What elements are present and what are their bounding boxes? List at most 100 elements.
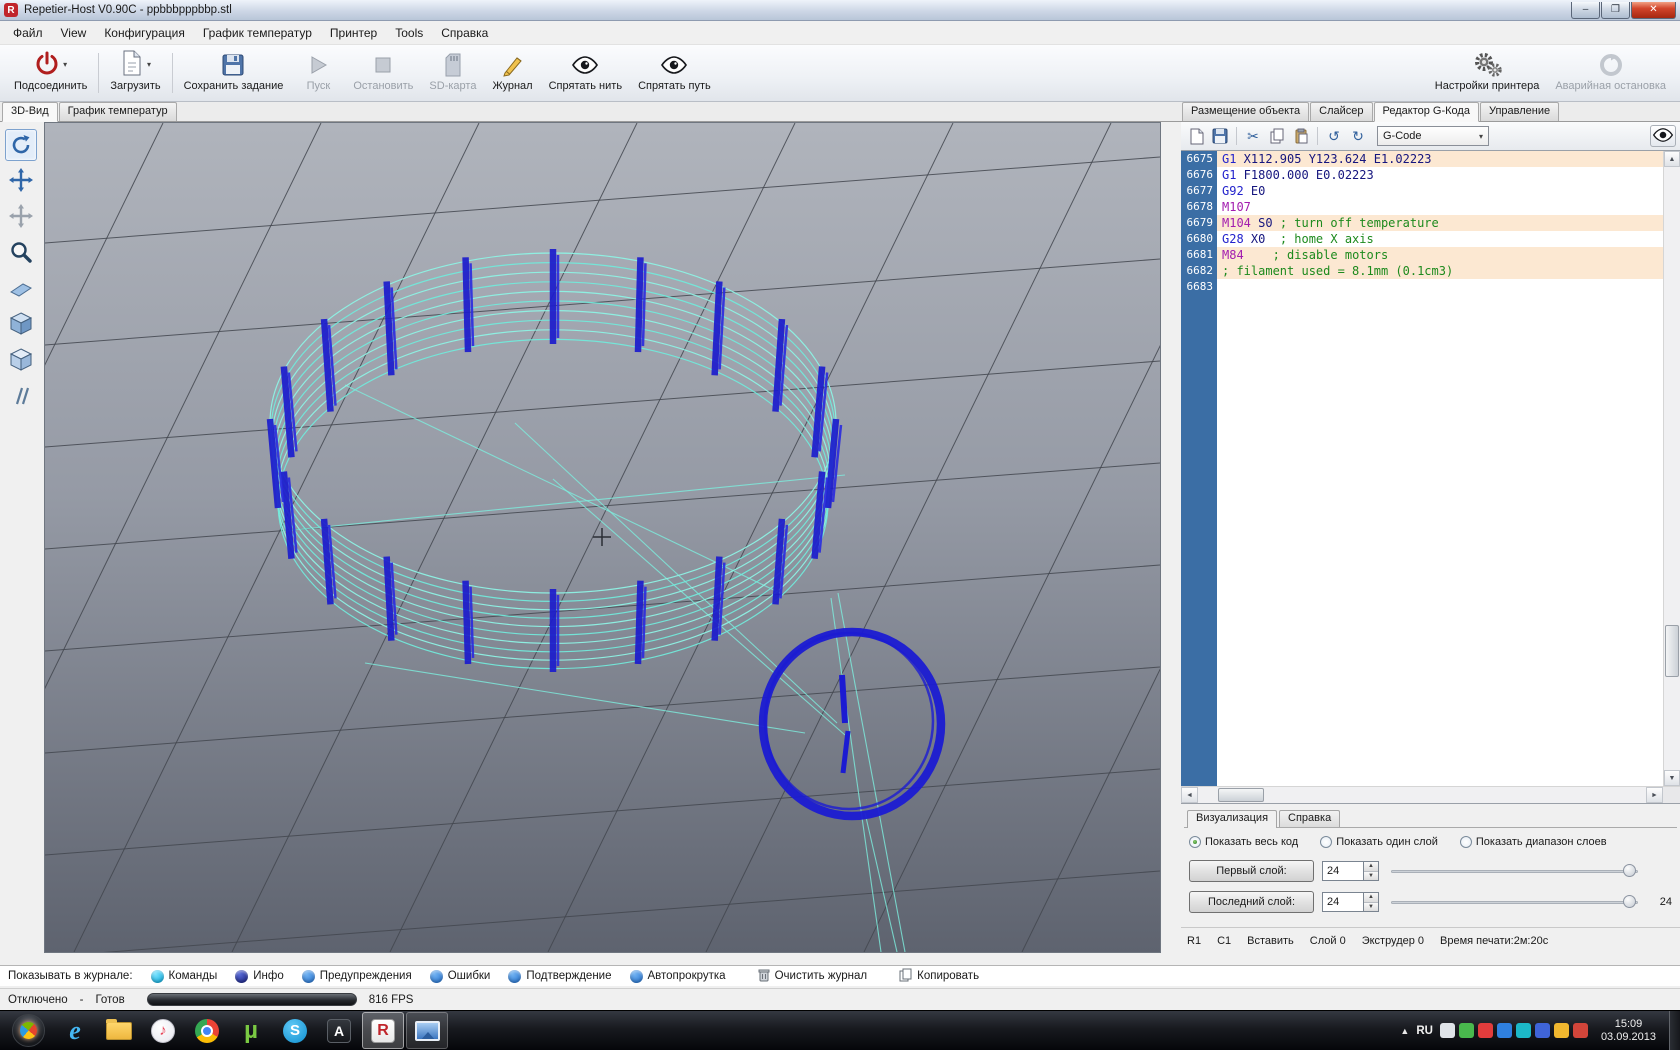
maximize-button[interactable]: ❐: [1601, 2, 1630, 19]
taskbar-app-skype[interactable]: S: [274, 1012, 316, 1049]
menu-item[interactable]: View: [52, 23, 96, 43]
spinner-down[interactable]: ▼: [1364, 902, 1378, 912]
gcode-text-area[interactable]: 6675 G1 X112.905 Y123.624 E1.02223 6676 …: [1181, 151, 1663, 786]
undo-button[interactable]: ↺: [1323, 125, 1345, 147]
taskbar-app-chrome[interactable]: [186, 1012, 228, 1049]
menu-item[interactable]: Принтер: [321, 23, 386, 43]
printer-settings-button[interactable]: Настройки принтера: [1427, 47, 1548, 99]
rotate-tool-button[interactable]: [5, 129, 37, 161]
section-tool-button[interactable]: [5, 381, 37, 413]
tray-icon[interactable]: [1516, 1023, 1531, 1038]
sd-card-button[interactable]: SD-карта: [421, 47, 484, 99]
start-button[interactable]: [12, 1014, 45, 1047]
gcode-type-dropdown[interactable]: G-Code▾: [1377, 126, 1489, 146]
taskbar-app-explorer[interactable]: [98, 1012, 140, 1049]
log-filter-toggle[interactable]: Автопрокрутка: [630, 970, 726, 983]
emergency-stop-button[interactable]: Аварийная остановка: [1547, 47, 1674, 99]
new-file-button[interactable]: [1185, 125, 1207, 147]
hide-travel-button[interactable]: Спрятать путь: [630, 47, 719, 99]
last-layer-button[interactable]: Последний слой:: [1189, 891, 1314, 913]
copy-button[interactable]: [1266, 125, 1288, 147]
taskbar-app-ie[interactable]: e: [54, 1012, 96, 1049]
iso-view-button[interactable]: [5, 309, 37, 341]
minimize-button[interactable]: –: [1571, 2, 1600, 19]
tray-icon[interactable]: [1573, 1023, 1588, 1038]
taskbar-app-photo-viewer[interactable]: [406, 1012, 448, 1049]
hide-filament-button[interactable]: Спрятать нить: [541, 47, 630, 99]
radio-show-layer-range[interactable]: Показать диапазон слоев: [1460, 836, 1607, 848]
menu-item[interactable]: График температур: [194, 23, 321, 43]
cut-button[interactable]: ✂: [1242, 125, 1264, 147]
spinner-up[interactable]: ▲: [1364, 862, 1378, 871]
scroll-left-arrow[interactable]: ◄: [1181, 787, 1198, 803]
last-layer-spinner[interactable]: 24 ▲▼: [1322, 892, 1379, 912]
tab-gcode-editor[interactable]: Редактор G-Кода: [1374, 102, 1479, 122]
show-desktop-button[interactable]: [1669, 1011, 1680, 1050]
connect-button[interactable]: ▾ Подсоединить: [6, 47, 95, 99]
radio-show-all-code[interactable]: Показать весь код: [1189, 836, 1298, 848]
3d-viewport[interactable]: [44, 122, 1161, 953]
taskbar-app-repetier[interactable]: R: [362, 1012, 404, 1049]
slider-thumb[interactable]: [1623, 895, 1636, 908]
tab-visualization[interactable]: Визуализация: [1187, 810, 1277, 828]
tray-icon[interactable]: [1459, 1023, 1474, 1038]
taskbar-app-aimp[interactable]: A: [318, 1012, 360, 1049]
horizontal-scrollbar[interactable]: ◄ ►: [1181, 786, 1680, 803]
scroll-down-arrow[interactable]: ▼: [1664, 770, 1680, 786]
spinner-down[interactable]: ▼: [1364, 871, 1378, 881]
tray-icon[interactable]: [1497, 1023, 1512, 1038]
menu-item[interactable]: Справка: [432, 23, 497, 43]
taskbar-app-music[interactable]: ♪: [142, 1012, 184, 1049]
first-layer-button[interactable]: Первый слой:: [1189, 860, 1314, 882]
log-filter-toggle[interactable]: Ошибки: [430, 970, 491, 983]
spinner-up[interactable]: ▲: [1364, 893, 1378, 902]
face-view-button[interactable]: [5, 273, 37, 305]
tab-3d-view[interactable]: 3D-Вид: [2, 102, 58, 122]
start-button[interactable]: Пуск: [291, 47, 345, 99]
log-filter-toggle[interactable]: Подтверждение: [508, 970, 611, 983]
taskbar-app-utorrent[interactable]: µ: [230, 1012, 272, 1049]
toggle-visualization-button[interactable]: [1650, 125, 1676, 147]
tab-object-placement[interactable]: Размещение объекта: [1182, 102, 1309, 121]
log-filter-toggle[interactable]: Инфо: [235, 970, 283, 983]
radio-show-single-layer[interactable]: Показать один слой: [1320, 836, 1438, 848]
save-job-button[interactable]: Сохранить задание: [176, 47, 292, 99]
scrollbar-thumb[interactable]: [1665, 625, 1679, 677]
menu-item[interactable]: Файл: [4, 23, 52, 43]
tab-control[interactable]: Управление: [1480, 102, 1559, 121]
slider-thumb[interactable]: [1623, 864, 1636, 877]
tab-slicer[interactable]: Слайсер: [1310, 102, 1372, 121]
menu-item[interactable]: Конфигурация: [95, 23, 194, 43]
zoom-tool-button[interactable]: [5, 237, 37, 269]
scroll-up-arrow[interactable]: ▲: [1664, 151, 1680, 167]
tab-help[interactable]: Справка: [1279, 810, 1340, 827]
pan-tool-button[interactable]: [5, 165, 37, 197]
tray-expand-icon[interactable]: ▲: [1400, 1026, 1409, 1036]
last-layer-slider[interactable]: [1391, 892, 1638, 912]
perspective-view-button[interactable]: [5, 345, 37, 377]
tray-icon[interactable]: [1554, 1023, 1569, 1038]
load-button[interactable]: ▾ Загрузить: [102, 47, 168, 99]
stop-button[interactable]: Остановить: [345, 47, 421, 99]
scrollbar-thumb[interactable]: [1218, 788, 1264, 802]
first-layer-slider[interactable]: [1391, 861, 1638, 881]
tab-temp-graph[interactable]: График температур: [59, 102, 177, 121]
paste-button[interactable]: [1290, 125, 1312, 147]
close-button[interactable]: ✕: [1631, 2, 1676, 19]
first-layer-spinner[interactable]: 24 ▲▼: [1322, 861, 1379, 881]
tray-icon[interactable]: [1440, 1023, 1455, 1038]
log-button[interactable]: Журнал: [484, 47, 540, 99]
menu-item[interactable]: Tools: [386, 23, 432, 43]
language-indicator[interactable]: RU: [1416, 1025, 1433, 1037]
log-filter-toggle[interactable]: Предупреждения: [302, 970, 412, 983]
scroll-right-arrow[interactable]: ►: [1646, 787, 1663, 803]
taskbar-clock[interactable]: 15:09 03.09.2013: [1601, 1018, 1656, 1044]
save-file-button[interactable]: [1209, 125, 1231, 147]
redo-button[interactable]: ↻: [1347, 125, 1369, 147]
tray-icon[interactable]: [1535, 1023, 1550, 1038]
copy-log-button[interactable]: Копировать: [899, 968, 979, 985]
log-filter-toggle[interactable]: Команды: [151, 970, 218, 983]
vertical-scrollbar[interactable]: ▲ ▼: [1663, 151, 1680, 786]
tray-icon[interactable]: [1478, 1023, 1493, 1038]
clear-log-button[interactable]: Очистить журнал: [758, 968, 868, 985]
